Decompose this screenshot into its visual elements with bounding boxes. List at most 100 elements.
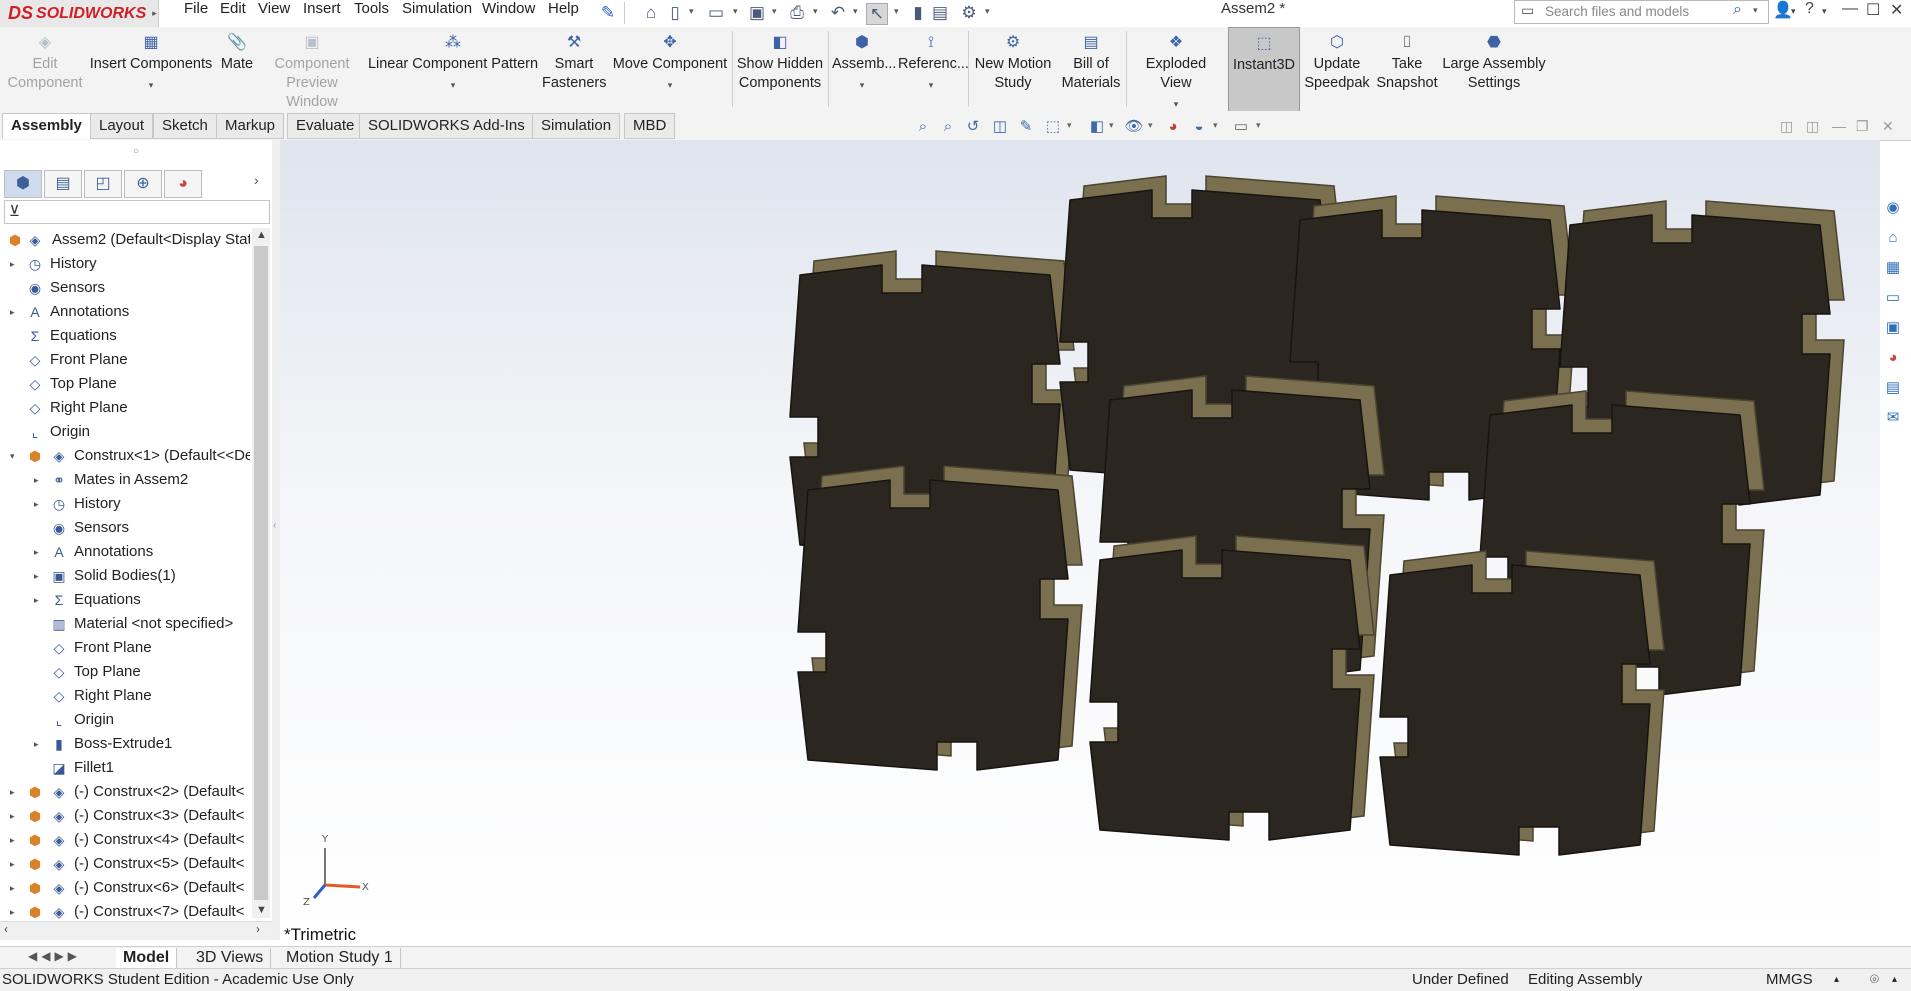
file-explorer-icon[interactable]: ▭ bbox=[1880, 285, 1906, 311]
dynamic-annotation-icon[interactable]: ✎ bbox=[1016, 118, 1036, 136]
display-style-caret-icon[interactable]: ▾ bbox=[1109, 120, 1114, 131]
expand-right-icon[interactable]: ▸ bbox=[10, 780, 20, 804]
hide-show-caret-icon[interactable]: ▾ bbox=[1148, 120, 1153, 131]
tree-item[interactable]: ◇ Right Plane bbox=[0, 684, 250, 708]
viewport-tile-left-icon[interactable]: ◫ bbox=[1780, 118, 1793, 135]
assembly-model[interactable] bbox=[280, 140, 1880, 940]
exploded-view-caret-icon[interactable]: ▾ bbox=[1130, 99, 1222, 109]
new-motion-study-button[interactable]: ⚙ New Motion Study bbox=[972, 27, 1054, 111]
tab-sketch[interactable]: Sketch bbox=[153, 113, 217, 139]
user-caret-icon[interactable]: ▾ bbox=[1791, 6, 1796, 17]
rebuild-icon[interactable]: ▮ bbox=[908, 3, 928, 23]
expand-right-icon[interactable]: ▸ bbox=[10, 828, 20, 852]
file-properties-icon[interactable]: ▤ bbox=[930, 3, 950, 23]
tree-item[interactable]: ◇ Top Plane bbox=[0, 372, 250, 396]
tab-markup[interactable]: Markup bbox=[216, 113, 285, 139]
scroll-down-icon[interactable]: ▼ bbox=[256, 904, 267, 916]
panel-splitter[interactable]: ‹ bbox=[272, 140, 280, 940]
tree-item[interactable]: ◪ Fillet1 bbox=[0, 756, 250, 780]
logo-caret-icon[interactable]: ▸ bbox=[152, 8, 157, 19]
tree-item[interactable]: ▸ ▮ Boss-Extrude1 bbox=[0, 732, 250, 756]
options-caret-icon[interactable]: ▾ bbox=[985, 6, 990, 17]
scroll-right-icon[interactable]: › bbox=[256, 922, 260, 936]
expand-right-icon[interactable]: ▸ bbox=[10, 876, 20, 900]
tree-item[interactable]: ▸ ⚭ Mates in Assem2 bbox=[0, 468, 250, 492]
expand-down-icon[interactable]: ▾ bbox=[10, 444, 20, 468]
tree-item[interactable]: ◉ Sensors bbox=[0, 276, 250, 300]
menu-insert[interactable]: Insert bbox=[303, 0, 341, 27]
take-snapshot-button[interactable]: ⌷ Take Snapshot bbox=[1374, 27, 1440, 111]
menu-view[interactable]: View bbox=[258, 0, 290, 27]
view-settings-caret-icon[interactable]: ▾ bbox=[1256, 120, 1261, 131]
tree-horizontal-scrollbar[interactable]: ‹ › bbox=[0, 921, 272, 940]
expand-right-icon[interactable]: ▸ bbox=[10, 804, 20, 828]
assembly-features-caret-icon[interactable]: ▾ bbox=[832, 80, 892, 90]
tree-item[interactable]: ▥ Material <not specified> bbox=[0, 612, 250, 636]
tree-item[interactable]: ▸ ⬢ ◈ (-) Construx<6> (Default< bbox=[0, 876, 250, 900]
expand-right-icon[interactable]: ▸ bbox=[10, 852, 20, 876]
viewport-close-icon[interactable]: ✕ bbox=[1882, 118, 1894, 135]
edit-component-button[interactable]: ◈ Edit Component bbox=[4, 27, 86, 111]
zoom-to-fit-icon[interactable]: ⌕ bbox=[913, 118, 933, 136]
solidworks-logo[interactable]: DS SOLIDWORKS ▸ bbox=[0, 0, 159, 27]
options-gear-icon[interactable]: ⚙ bbox=[959, 3, 979, 23]
update-speedpak-button[interactable]: ⬡ Update Speedpak bbox=[1302, 27, 1372, 111]
design-library-icon[interactable]: ▦ bbox=[1880, 255, 1906, 281]
tab-evaluate[interactable]: Evaluate bbox=[287, 113, 364, 139]
apply-scene-icon[interactable]: ◒ bbox=[1189, 118, 1209, 136]
construx-tile[interactable] bbox=[797, 479, 1069, 771]
move-component-caret-icon[interactable]: ▾ bbox=[610, 80, 730, 90]
panel-grip-icon[interactable]: ○ bbox=[133, 146, 139, 157]
expand-right-icon[interactable]: ▸ bbox=[34, 492, 44, 516]
pin-icon[interactable]: ✎ bbox=[598, 3, 618, 23]
menu-window[interactable]: Window bbox=[482, 0, 535, 27]
menu-help[interactable]: Help bbox=[548, 0, 579, 27]
tree-item[interactable]: ▾ ⬢ ◈ Construx<1> (Default<<De bbox=[0, 444, 250, 468]
open-caret-icon[interactable]: ▾ bbox=[733, 6, 738, 17]
tab-motion-study-1[interactable]: Motion Study 1 bbox=[279, 948, 401, 968]
expand-right-icon[interactable]: ▸ bbox=[34, 588, 44, 612]
linear-pattern-caret-icon[interactable]: ▾ bbox=[366, 80, 540, 90]
menu-file[interactable]: File bbox=[184, 0, 208, 27]
tree-item[interactable]: ▸ ⬢ ◈ (-) Construx<3> (Default< bbox=[0, 804, 250, 828]
tree-item[interactable]: ▸ ▣ Solid Bodies(1) bbox=[0, 564, 250, 588]
maximize-window-icon[interactable]: ☐ bbox=[1866, 0, 1880, 20]
expand-right-icon[interactable]: ▸ bbox=[10, 300, 20, 324]
help-caret-icon[interactable]: ▾ bbox=[1822, 6, 1827, 17]
search-icon[interactable]: ⌕ bbox=[1733, 1, 1742, 19]
show-hidden-components-button[interactable]: ◧ Show Hidden Components bbox=[736, 27, 824, 111]
appearances-icon[interactable]: ◕ bbox=[1880, 345, 1906, 371]
print-icon[interactable]: ⎙ bbox=[787, 3, 807, 23]
tree-item[interactable]: ◇ Front Plane bbox=[0, 636, 250, 660]
large-assembly-settings-button[interactable]: ⬣ Large Assembly Settings bbox=[1442, 27, 1546, 111]
new-document-icon[interactable]: ▯ bbox=[665, 3, 685, 23]
linear-component-pattern-button[interactable]: ⁂ Linear Component Pattern ▾ bbox=[366, 27, 540, 111]
minimize-window-icon[interactable]: — bbox=[1842, 0, 1858, 18]
expand-right-icon[interactable]: ▸ bbox=[10, 252, 20, 276]
save-caret-icon[interactable]: ▾ bbox=[772, 6, 777, 17]
new-caret-icon[interactable]: ▾ bbox=[689, 6, 694, 17]
viewport-restore-icon[interactable]: ❐ bbox=[1856, 118, 1869, 135]
reference-geometry-caret-icon[interactable]: ▾ bbox=[898, 80, 964, 90]
graphics-area[interactable] bbox=[280, 140, 1880, 940]
expand-right-icon[interactable]: ▸ bbox=[34, 564, 44, 588]
scroll-up-icon[interactable]: ▲ bbox=[256, 229, 267, 241]
tree-item[interactable]: ◉ Sensors bbox=[0, 516, 250, 540]
exploded-view-button[interactable]: ❖ Exploded View ▾ bbox=[1130, 27, 1222, 111]
expand-right-icon[interactable]: ▸ bbox=[34, 468, 44, 492]
assembly-features-button[interactable]: ⬢ Assemb... ▾ bbox=[832, 27, 896, 111]
tab-solidworks-add-ins[interactable]: SOLIDWORKS Add-Ins bbox=[359, 113, 534, 139]
display-manager-tab-icon[interactable]: ◕ bbox=[164, 170, 202, 198]
menu-edit[interactable]: Edit bbox=[220, 0, 246, 27]
status-rebuild-icon[interactable]: ⌾ bbox=[1870, 969, 1879, 991]
view-palette-icon[interactable]: ▣ bbox=[1880, 315, 1906, 341]
tree-item[interactable]: ◇ Right Plane bbox=[0, 396, 250, 420]
help-icon[interactable]: ? bbox=[1805, 0, 1814, 18]
viewport-minimize-icon[interactable]: — bbox=[1832, 118, 1846, 134]
previous-view-icon[interactable]: ↺ bbox=[963, 118, 983, 136]
reference-geometry-button[interactable]: ⟟ Referenc... ▾ bbox=[898, 27, 969, 111]
tree-item[interactable]: ⌞ Origin bbox=[0, 708, 250, 732]
tab-scroll-arrows-icon[interactable]: ◀◀▶▶ bbox=[28, 949, 81, 963]
tree-item[interactable]: ▸ Σ Equations bbox=[0, 588, 250, 612]
tree-item[interactable]: Σ Equations bbox=[0, 324, 250, 348]
